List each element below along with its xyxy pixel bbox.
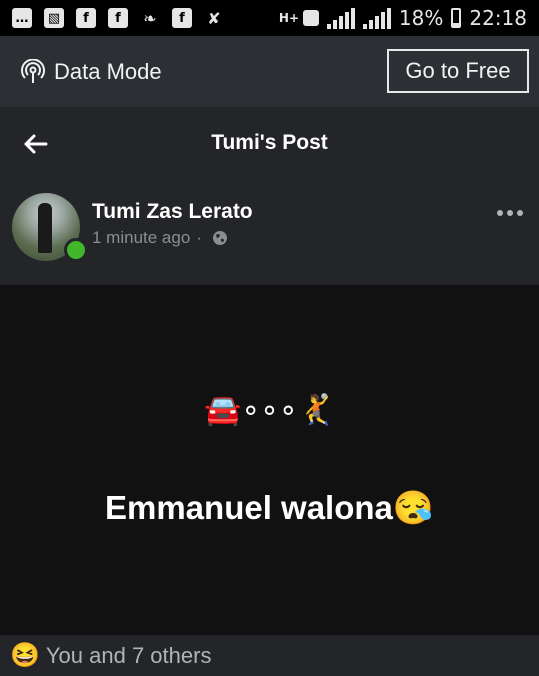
facebook-icon: f [108, 8, 128, 28]
gallery-icon: ▧ [44, 8, 64, 28]
twitter-icon: ❧ [143, 8, 157, 28]
more-options-icon[interactable] [497, 210, 523, 216]
data-mode-bar: Data Mode Go to Free [0, 36, 539, 107]
laugh-reaction-icon: 😆 [10, 642, 40, 669]
signal-icon [326, 7, 355, 29]
meta-separator: · [196, 228, 202, 247]
notification-icons: … ▧ f f ❧ f ✘ [0, 8, 224, 28]
data-mode-label: Data Mode [54, 58, 162, 84]
reactions-bar[interactable]: 😆 You and 7 others [0, 635, 539, 676]
globe-icon [212, 231, 227, 245]
post-emoji-line: 🚘∘∘∘🤾 [203, 394, 336, 427]
author-name[interactable]: Tumi Zas Lerato [92, 200, 253, 224]
reactions-summary[interactable]: You and 7 others [46, 643, 212, 669]
facebook-icon: f [76, 8, 96, 28]
post-time[interactable]: 1 minute ago [92, 228, 190, 248]
network-type: H+ [278, 10, 300, 25]
online-status-dot [64, 238, 88, 262]
signal-icon-2 [362, 7, 391, 29]
post-body: 🚘∘∘∘🤾 Emmanuel walona😪 [0, 285, 539, 635]
post-meta: 1 minute ago · [92, 228, 228, 248]
avatar-figure [38, 203, 52, 253]
heart-icon [302, 10, 319, 26]
post-header: Tumi Zas Lerato 1 minute ago · [0, 180, 539, 285]
message-icon: … [12, 8, 32, 28]
battery-icon [451, 8, 462, 28]
clock: 22:18 [469, 6, 527, 30]
mute-icon: ✘ [207, 8, 221, 28]
post-text: Emmanuel walona😪 [104, 489, 434, 526]
broadcast-icon [21, 58, 45, 83]
status-bar: … ▧ f f ❧ f ✘ H+ 18% 22:18 [0, 0, 539, 36]
page-header: Tumi's Post [0, 107, 539, 180]
go-to-free-button[interactable]: Go to Free [387, 49, 529, 93]
page-title: Tumi's Post [211, 131, 328, 154]
system-status: H+ 18% 22:18 [279, 0, 527, 36]
facebook-icon: f [172, 8, 192, 28]
battery-percent: 18% [398, 6, 444, 30]
